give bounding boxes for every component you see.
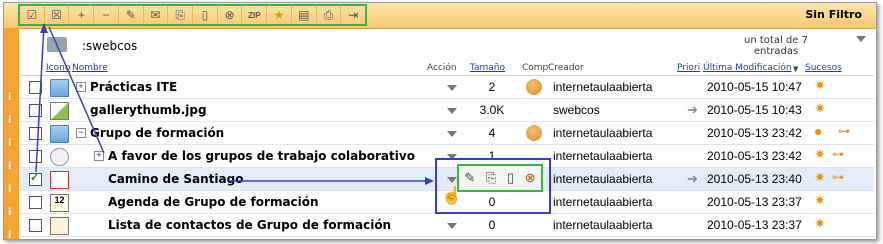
- file-manager-window: ☑ ☒ + − ✎ ✉ ⎘ ▯ ⊗ ZIP ★ ▤ ⎙ ⇥ Sin Filtro…: [3, 2, 877, 240]
- arrowhead-icon: [425, 177, 434, 185]
- hand-cursor-icon: ☝: [441, 186, 463, 205]
- document-icon[interactable]: ▯: [507, 170, 514, 186]
- pdf-icon[interactable]: ⎘: [486, 170, 496, 186]
- delete-icon[interactable]: ⊗: [525, 170, 536, 186]
- action-popup: ✎ ⎘ ▯ ⊗: [457, 164, 543, 192]
- arrowhead-icon: [40, 23, 48, 33]
- edit-icon[interactable]: ✎: [464, 170, 475, 186]
- annotation-arrow-up: [35, 24, 45, 173]
- annotation-arrow-up: [48, 26, 105, 154]
